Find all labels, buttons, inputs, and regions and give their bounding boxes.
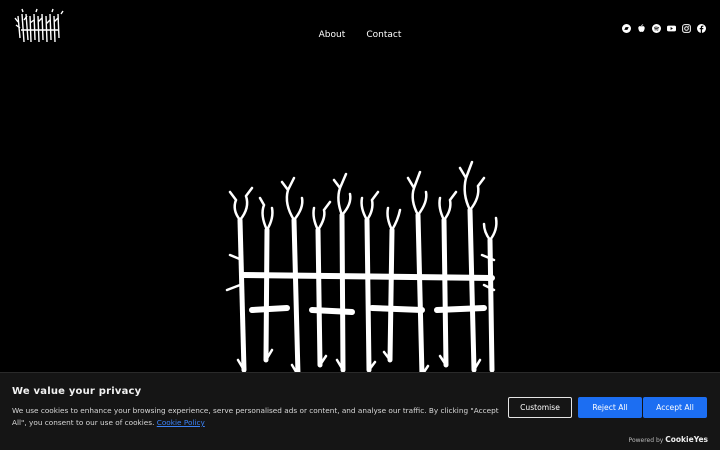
powered-by: Powered by CookieYes bbox=[629, 435, 708, 444]
cookie-policy-link[interactable]: Cookie Policy bbox=[157, 418, 205, 427]
customise-button[interactable]: Customise bbox=[508, 397, 572, 418]
youtube-icon[interactable] bbox=[667, 24, 676, 33]
powered-by-label: Powered by bbox=[628, 437, 664, 444]
spotify-icon[interactable] bbox=[652, 24, 661, 33]
cookie-description: We use cookies to enhance your browsing … bbox=[12, 405, 502, 429]
main-nav: About Contact bbox=[0, 22, 720, 41]
cookie-text: We use cookies to enhance your browsing … bbox=[12, 406, 499, 427]
nav-contact[interactable]: Contact bbox=[366, 30, 401, 40]
reject-all-button[interactable]: Reject All bbox=[578, 397, 642, 418]
social-links bbox=[622, 24, 706, 33]
site-header: About Contact bbox=[0, 0, 720, 60]
cookie-title: We value your privacy bbox=[12, 386, 142, 397]
instagram-icon[interactable] bbox=[682, 24, 691, 33]
apple-music-icon[interactable] bbox=[637, 24, 646, 33]
cookie-banner: We value your privacy We use cookies to … bbox=[0, 372, 720, 450]
site-logo[interactable] bbox=[14, 8, 64, 48]
cookieyes-logo[interactable]: CookieYes bbox=[665, 435, 708, 444]
accept-all-button[interactable]: Accept All bbox=[643, 397, 707, 418]
bandcamp-icon[interactable] bbox=[622, 24, 631, 33]
facebook-icon[interactable] bbox=[697, 24, 706, 33]
band-logo bbox=[222, 160, 502, 378]
nav-about[interactable]: About bbox=[319, 30, 346, 40]
